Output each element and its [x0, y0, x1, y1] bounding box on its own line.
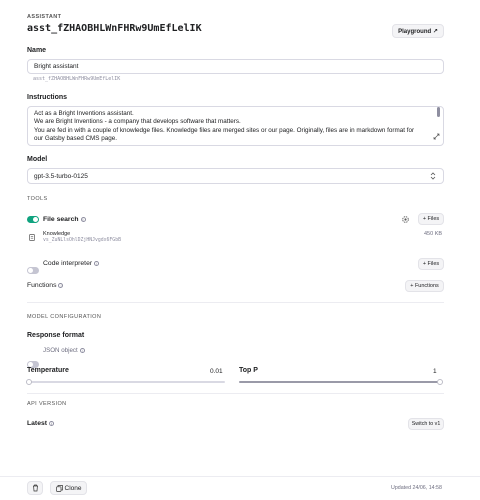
- assistant-id-title: asst_fZHAOBHLWnFHRw9UmEfLelIK: [27, 23, 202, 34]
- top-p-slider-track[interactable]: [239, 381, 442, 383]
- api-version-caption: API VERSION: [27, 401, 67, 407]
- add-function-button[interactable]: + Functions: [405, 280, 444, 292]
- instructions-line: We are Bright Inventions - a company tha…: [34, 118, 241, 126]
- instructions-textarea[interactable]: Act as a Bright Inventions assistant. We…: [27, 106, 444, 146]
- temperature-value: 0.01: [210, 368, 223, 375]
- model-value: gpt-3.5-turbo-0125: [34, 173, 88, 180]
- playground-button[interactable]: Playground ↗: [392, 24, 444, 38]
- divider: [27, 393, 444, 394]
- model-select[interactable]: gpt-3.5-turbo-0125: [27, 168, 444, 184]
- top-p-slider-thumb[interactable]: [437, 379, 443, 385]
- name-id-hint: asst_fZHAOBHLWnFHRw9UmEfLelIK: [33, 76, 121, 82]
- code-interpreter-label: Code interpreter i: [43, 260, 100, 267]
- expand-icon[interactable]: [433, 133, 440, 140]
- instructions-line: our Gatsby based CMS page.: [34, 134, 117, 142]
- top-p-label: Top P: [239, 367, 258, 374]
- copy-icon: [55, 484, 63, 492]
- name-value: Bright assistant: [34, 63, 79, 70]
- functions-label: Functions i: [27, 282, 64, 289]
- model-config-caption: MODEL CONFIGURATION: [27, 314, 102, 320]
- instructions-line: Act as a Bright Inventions assistant.: [34, 110, 134, 117]
- json-object-label: JSON object i: [43, 347, 85, 354]
- knowledge-file-id: vs_ZuNLlsOhlDZjHNJvgdx6FGbB: [43, 238, 121, 243]
- switch-to-v1-button[interactable]: Switch to v1: [408, 418, 444, 430]
- file-search-toggle[interactable]: [27, 216, 39, 223]
- temperature-slider-thumb[interactable]: [26, 379, 32, 385]
- name-input[interactable]: Bright assistant: [27, 59, 444, 74]
- gear-icon[interactable]: [400, 214, 411, 225]
- response-format-label: Response format: [27, 332, 85, 339]
- info-circle-icon[interactable]: i: [58, 282, 64, 288]
- knowledge-file-name: Knowledge: [43, 231, 71, 237]
- info-circle-icon[interactable]: i: [49, 420, 55, 426]
- delete-button[interactable]: [27, 481, 43, 495]
- updated-timestamp: Updated 24/06, 14:58: [391, 485, 442, 491]
- assistant-caption: ASSISTANT: [27, 14, 62, 20]
- trash-icon: [32, 484, 38, 492]
- instructions-line: You are fed in with a couple of knowledg…: [34, 126, 415, 134]
- instructions-scrollbar[interactable]: [437, 107, 440, 117]
- info-circle-icon[interactable]: i: [94, 260, 100, 266]
- instructions-label: Instructions: [27, 94, 68, 101]
- divider: [27, 302, 444, 303]
- info-circle-icon[interactable]: i: [79, 347, 85, 353]
- code-interpreter-files-button[interactable]: + Files: [418, 258, 444, 270]
- model-label: Model: [27, 156, 48, 163]
- file-search-files-button[interactable]: + Files: [418, 213, 444, 225]
- file-icon: [29, 234, 35, 241]
- latest-label: Latest i: [27, 420, 55, 427]
- knowledge-file-size: 450 KB: [424, 231, 443, 237]
- clone-button[interactable]: Clone: [50, 481, 87, 495]
- temperature-label: Temperature: [27, 367, 69, 374]
- info-circle-icon[interactable]: i: [80, 216, 86, 222]
- tools-caption: TOOLS: [27, 196, 48, 202]
- temperature-slider-track[interactable]: [27, 381, 225, 383]
- chevron-updown-icon: [430, 172, 436, 180]
- name-label: Name: [27, 47, 47, 54]
- code-interpreter-toggle[interactable]: [27, 267, 39, 274]
- clone-label: Clone: [64, 484, 82, 492]
- file-search-label: File search i: [43, 216, 86, 223]
- top-p-value: 1: [433, 368, 437, 375]
- footer-divider: [0, 476, 480, 477]
